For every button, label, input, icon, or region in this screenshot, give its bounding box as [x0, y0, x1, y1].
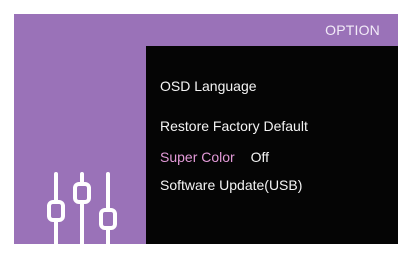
menu-item-osd-language[interactable]: OSD Language — [160, 78, 257, 94]
header-bar: OPTION — [14, 14, 398, 46]
menu-item-value: Off — [250, 149, 270, 165]
menu-item-super-color[interactable]: Super Color Off — [160, 149, 269, 165]
menu-item-label: Super Color — [160, 149, 235, 165]
sidebar — [14, 46, 146, 256]
menu-item-label: Restore Factory Default — [160, 118, 308, 134]
menu-item-label: OSD Language — [160, 78, 257, 94]
menu-item-software-update-usb[interactable]: Software Update(USB) — [160, 177, 302, 193]
menu-item-restore-factory-default[interactable]: Restore Factory Default — [160, 118, 308, 134]
sliders-icon — [47, 172, 117, 256]
menu-panel: OSD Language Restore Factory Default Sup… — [146, 46, 398, 244]
osd-screen: OPTION OSD Language Restore Factory Defa… — [0, 0, 411, 256]
menu-item-label: Software Update(USB) — [160, 177, 303, 193]
page-title: OPTION — [325, 22, 380, 38]
